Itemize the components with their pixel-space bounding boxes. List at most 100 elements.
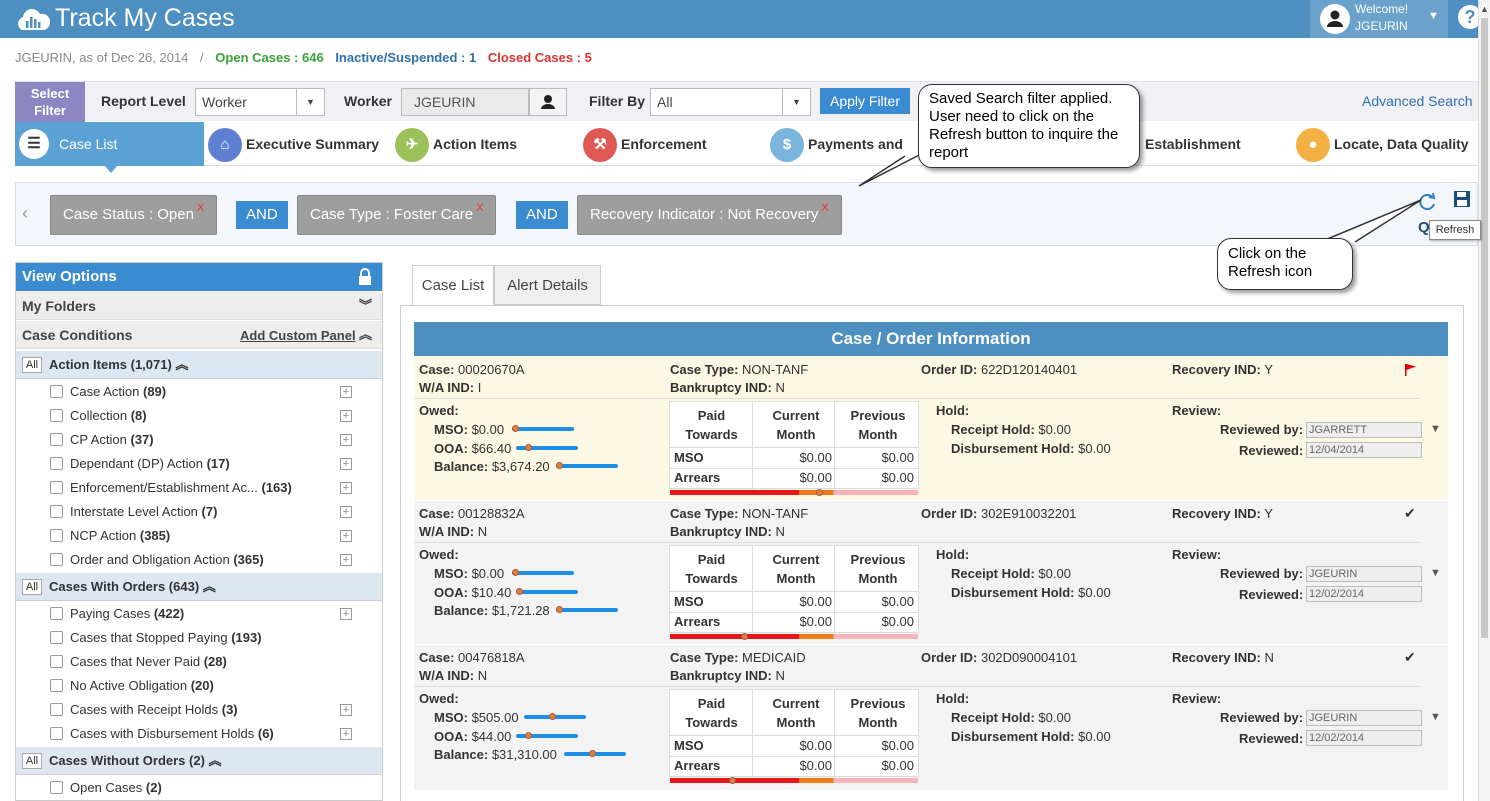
- expand-plus-icon[interactable]: +: [340, 434, 352, 446]
- checkbox[interactable]: [50, 505, 63, 518]
- slider-handle[interactable]: [512, 569, 519, 576]
- checkbox[interactable]: [50, 481, 63, 494]
- tab-executive-summary[interactable]: ⌂ Executive Summary: [208, 122, 393, 166]
- tab-action-items[interactable]: ✈ Action Items: [395, 122, 580, 166]
- remove-icon[interactable]: X: [821, 202, 828, 214]
- scroll-up-icon[interactable]: ▲: [1480, 4, 1489, 14]
- and-operator[interactable]: AND: [236, 201, 288, 229]
- double-chevron-up-icon[interactable]: ︽: [203, 579, 216, 594]
- checkbox[interactable]: [50, 679, 63, 692]
- scrollbar-thumb[interactable]: [1481, 18, 1488, 638]
- expand-plus-icon[interactable]: +: [340, 530, 352, 542]
- expand-plus-icon[interactable]: +: [340, 554, 352, 566]
- apply-filter-button[interactable]: Apply Filter: [820, 88, 910, 114]
- my-folders-header[interactable]: My Folders ︾: [16, 292, 382, 320]
- remove-icon[interactable]: X: [197, 202, 204, 214]
- tab-case-list-content[interactable]: Case List: [412, 265, 494, 305]
- slider-handle[interactable]: [549, 713, 556, 720]
- expand-plus-icon[interactable]: +: [340, 608, 352, 620]
- chevron-down-icon[interactable]: ▼: [1428, 10, 1439, 22]
- checkbox[interactable]: [50, 433, 63, 446]
- advanced-search-link[interactable]: Advanced Search: [1362, 93, 1473, 109]
- select-all-button[interactable]: All: [22, 357, 42, 373]
- criteria-chip-case-status[interactable]: Case Status : Open X: [50, 195, 218, 235]
- double-chevron-up-icon[interactable]: ︽: [359, 321, 372, 349]
- flag-icon[interactable]: [1404, 363, 1418, 377]
- owed-slider[interactable]: [556, 608, 618, 612]
- reviewed-date-input[interactable]: 12/02/2014: [1306, 730, 1422, 746]
- open-cases-link[interactable]: Open Cases : 646: [215, 50, 323, 65]
- checkbox[interactable]: [50, 781, 63, 794]
- select-filter-button[interactable]: Select Filter: [15, 82, 85, 122]
- expand-plus-icon[interactable]: +: [340, 704, 352, 716]
- reviewed-by-input[interactable]: JGEURIN: [1306, 566, 1422, 582]
- checkbox[interactable]: [50, 457, 63, 470]
- slider-handle[interactable]: [556, 606, 563, 613]
- checkbox[interactable]: [50, 529, 63, 542]
- case-card[interactable]: Case: 00476818A W/A IND: N Case Type: MEDI…: [414, 645, 1448, 790]
- expand-plus-icon[interactable]: +: [340, 386, 352, 398]
- chevron-down-icon[interactable]: ▼: [1430, 423, 1441, 435]
- criteria-chip-case-type[interactable]: Case Type : Foster Care X: [297, 195, 497, 235]
- slider-handle[interactable]: [512, 425, 519, 432]
- reviewed-date-input[interactable]: 12/04/2014: [1306, 442, 1422, 458]
- reviewed-by-input[interactable]: JGARRETT: [1306, 422, 1422, 438]
- criteria-chip-recovery[interactable]: Recovery Indicator : Not Recovery X: [577, 195, 842, 235]
- double-chevron-down-icon[interactable]: ︾: [359, 292, 372, 320]
- double-chevron-up-icon[interactable]: ︽: [209, 753, 222, 768]
- chevron-down-icon[interactable]: ▼: [1430, 711, 1441, 723]
- reviewed-by-input[interactable]: JGEURIN: [1306, 710, 1422, 726]
- chevron-down-icon[interactable]: ▼: [1430, 567, 1441, 579]
- checkbox[interactable]: [50, 703, 63, 716]
- expand-plus-icon[interactable]: +: [340, 458, 352, 470]
- group-cases-without-orders[interactable]: All Cases Without Orders (2) ︽: [16, 747, 382, 775]
- expand-plus-icon[interactable]: +: [340, 506, 352, 518]
- checkbox[interactable]: [50, 409, 63, 422]
- remove-icon[interactable]: X: [476, 202, 483, 214]
- owed-slider[interactable]: [512, 571, 574, 575]
- expand-plus-icon[interactable]: +: [340, 728, 352, 740]
- worker-lookup-button[interactable]: [529, 88, 567, 116]
- worker-input[interactable]: JGEURIN: [401, 88, 529, 116]
- tab-case-list[interactable]: ☰ Case List: [15, 122, 204, 166]
- lock-icon[interactable]: [358, 268, 372, 285]
- tab-enforcement[interactable]: ⚒ Enforcement: [583, 122, 768, 166]
- select-all-button[interactable]: All: [22, 579, 42, 595]
- double-chevron-up-icon[interactable]: ︽: [175, 357, 188, 372]
- case-card[interactable]: Case: 00128832A W/A IND: N Case Type: NON-…: [414, 501, 1448, 644]
- checkbox[interactable]: [50, 607, 63, 620]
- slider-handle[interactable]: [525, 732, 532, 739]
- chevron-left-icon[interactable]: ‹: [22, 203, 28, 224]
- inactive-cases-link[interactable]: Inactive/Suspended : 1: [335, 50, 476, 65]
- checkbox[interactable]: [50, 385, 63, 398]
- owed-slider[interactable]: [512, 427, 574, 431]
- case-card[interactable]: Case: 00020670A W/A IND: I Case Type: NON-…: [414, 357, 1448, 500]
- slider-handle[interactable]: [556, 462, 563, 469]
- report-level-select[interactable]: Worker ▼: [195, 88, 325, 116]
- select-all-button[interactable]: All: [22, 753, 42, 769]
- checkbox[interactable]: [50, 655, 63, 668]
- slider-handle[interactable]: [589, 750, 596, 757]
- checkbox[interactable]: [50, 727, 63, 740]
- tab-alert-details[interactable]: Alert Details: [494, 265, 601, 305]
- group-action-items[interactable]: All Action Items (1,071) ︽: [16, 351, 382, 379]
- add-custom-panel-link[interactable]: Add Custom Panel: [240, 322, 356, 350]
- save-icon[interactable]: [1452, 189, 1472, 209]
- and-operator[interactable]: AND: [516, 201, 568, 229]
- checkbox[interactable]: [50, 553, 63, 566]
- filter-by-select[interactable]: All ▼: [650, 88, 811, 116]
- closed-cases-link[interactable]: Closed Cases : 5: [488, 50, 592, 65]
- check-icon[interactable]: ✔: [1404, 649, 1416, 666]
- slider-handle[interactable]: [525, 444, 532, 451]
- tab-locate-data-quality[interactable]: ● Locate, Data Quality: [1296, 122, 1478, 166]
- expand-plus-icon[interactable]: +: [340, 410, 352, 422]
- owed-slider[interactable]: [516, 590, 578, 594]
- reviewed-date-input[interactable]: 12/02/2014: [1306, 586, 1422, 602]
- check-icon[interactable]: ✔: [1404, 505, 1416, 522]
- slider-handle[interactable]: [516, 588, 523, 595]
- group-cases-with-orders[interactable]: All Cases With Orders (643) ︽: [16, 573, 382, 601]
- user-menu[interactable]: Welcome! JGEURIN ▼: [1310, 0, 1448, 38]
- expand-plus-icon[interactable]: +: [340, 482, 352, 494]
- owed-slider[interactable]: [556, 464, 618, 468]
- checkbox[interactable]: [50, 631, 63, 644]
